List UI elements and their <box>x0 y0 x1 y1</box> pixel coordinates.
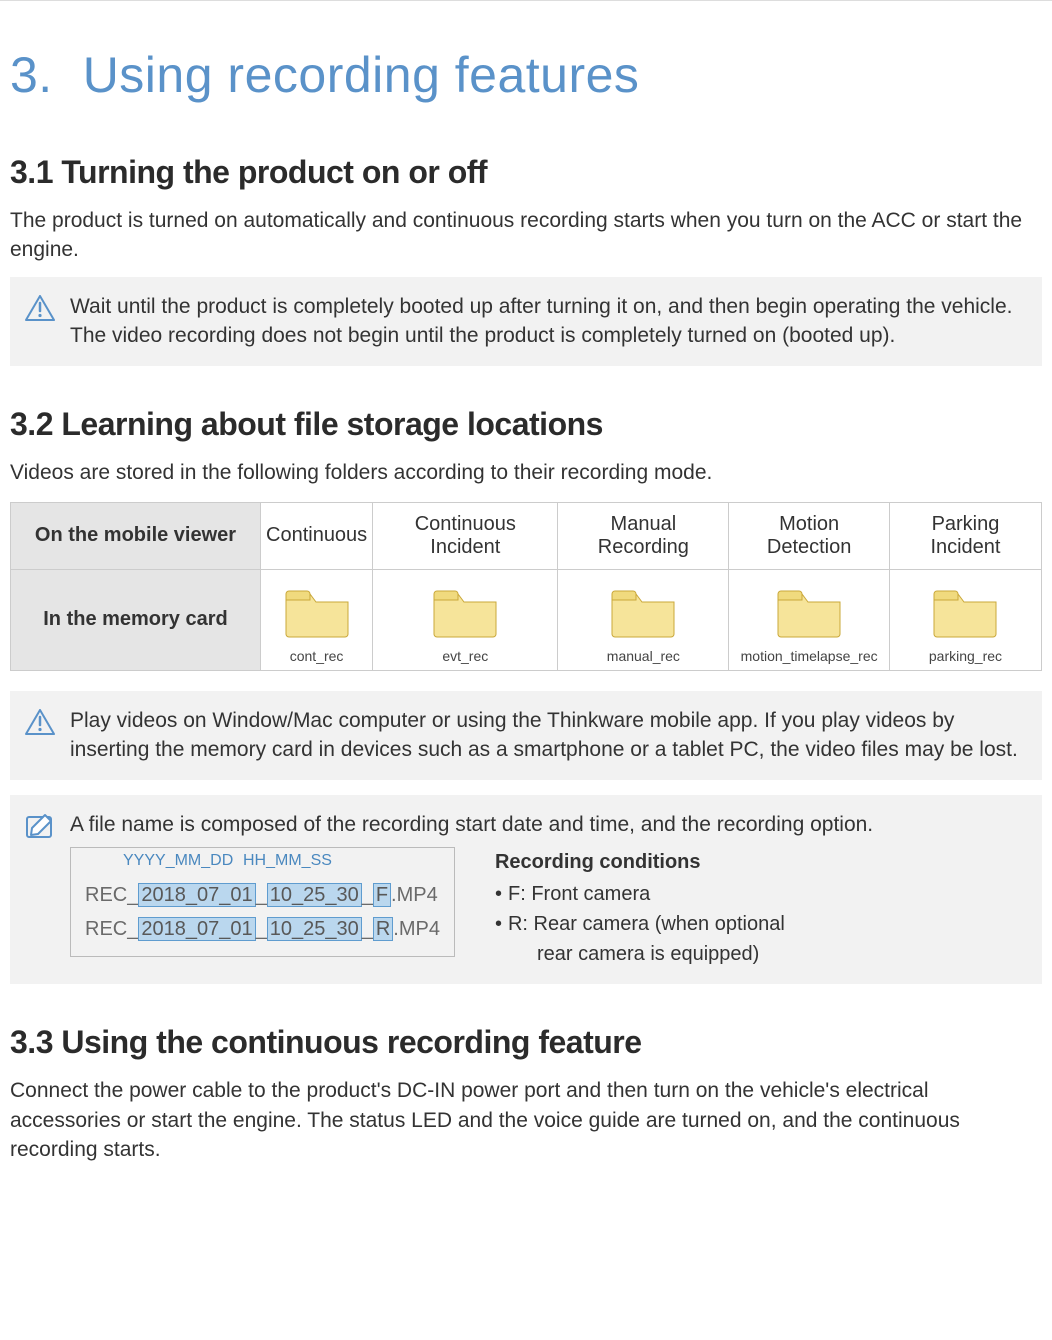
folder-label-2: manual_rec <box>563 648 723 664</box>
condition-r: R: Rear camera (when optional <box>508 909 785 939</box>
filename-line-2: REC_2018_07_01_10_25_30_R.MP4 <box>85 912 440 946</box>
recording-conditions: Recording conditions F: Front camera R: … <box>495 847 785 969</box>
folder-label-1: evt_rec <box>378 648 552 664</box>
viewer-col-1: Continuous Incident <box>373 502 558 569</box>
folder-label-4: parking_rec <box>895 648 1036 664</box>
folder-cell-3: motion_timelapse_rec <box>729 569 890 670</box>
filename-line-1: REC_2018_07_01_10_25_30_F.MP4 <box>85 878 440 912</box>
section-3-3-heading: 3.3 Using the continuous recording featu… <box>10 1024 1042 1061</box>
condition-r-sub: rear camera is equipped) <box>495 939 785 969</box>
time-format-label: HH_MM_SS <box>243 847 332 874</box>
warning-note-text: Play videos on Window/Mac computer or us… <box>70 706 1027 765</box>
folder-label-3: motion_timelapse_rec <box>734 648 884 664</box>
folder-cell-0: cont_rec <box>261 569 373 670</box>
conditions-title: Recording conditions <box>495 847 785 877</box>
warning-note-3-2: Play videos on Window/Mac computer or us… <box>10 691 1042 780</box>
chapter-title: 3. Using recording features <box>10 46 1042 104</box>
section-3-1-para: The product is turned on automatically a… <box>10 206 1042 265</box>
viewer-col-2: Manual Recording <box>558 502 729 569</box>
viewer-col-4: Parking Incident <box>889 502 1041 569</box>
warning-triangle-icon <box>25 295 55 321</box>
chapter-title-text: Using recording features <box>83 47 640 103</box>
folder-icon <box>430 582 500 638</box>
storage-locations-table: On the mobile viewer Continuous Continuo… <box>10 502 1042 671</box>
folder-icon <box>608 582 678 638</box>
section-3-2-para: Videos are stored in the following folde… <box>10 458 1042 487</box>
filename-intro: A file name is composed of the recording… <box>70 810 1027 839</box>
folder-cell-1: evt_rec <box>373 569 558 670</box>
section-3-2-heading: 3.2 Learning about file storage location… <box>10 406 1042 443</box>
folder-icon <box>282 582 352 638</box>
warning-note-text: Wait until the product is completely boo… <box>70 292 1027 351</box>
section-3-3-para: Connect the power cable to the product's… <box>10 1076 1042 1164</box>
viewer-col-0: Continuous <box>261 502 373 569</box>
pencil-note-icon <box>25 813 55 841</box>
folder-icon <box>774 582 844 638</box>
table-row1-header: On the mobile viewer <box>11 502 261 569</box>
date-format-label: YYYY_MM_DD <box>123 847 233 874</box>
viewer-col-3: Motion Detection <box>729 502 890 569</box>
folder-cell-4: parking_rec <box>889 569 1041 670</box>
chapter-number: 3. <box>10 47 53 103</box>
warning-note-3-1: Wait until the product is completely boo… <box>10 277 1042 366</box>
warning-triangle-icon <box>25 709 55 735</box>
folder-label-0: cont_rec <box>266 648 367 664</box>
condition-f: F: Front camera <box>508 879 650 909</box>
folder-icon <box>930 582 1000 638</box>
folder-cell-2: manual_rec <box>558 569 729 670</box>
table-row2-header: In the memory card <box>11 569 261 670</box>
section-3-1-heading: 3.1 Turning the product on or off <box>10 154 1042 191</box>
filename-example-box: YYYY_MM_DD HH_MM_SS REC_2018_07_01_10_25… <box>70 847 455 957</box>
info-note-filename: A file name is composed of the recording… <box>10 795 1042 984</box>
